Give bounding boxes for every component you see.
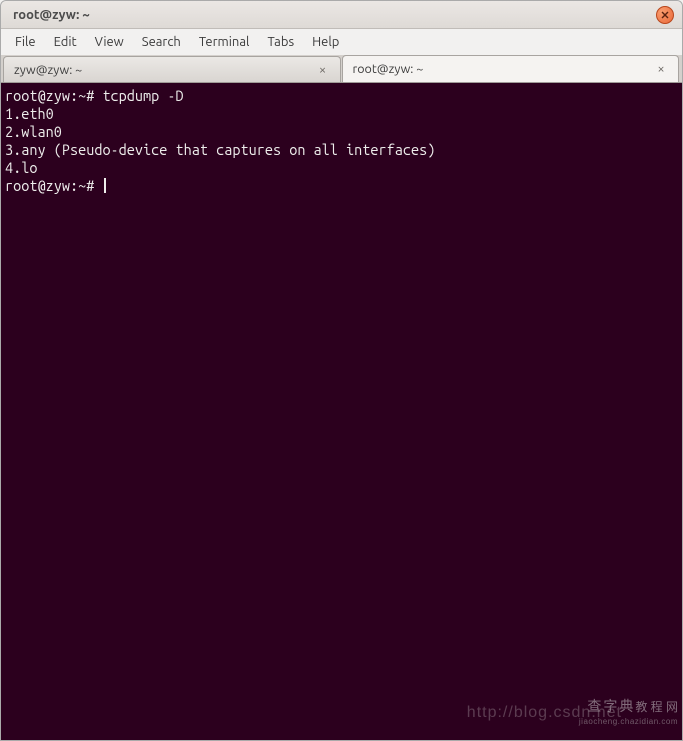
terminal-prompt-line: root@zyw:~# — [5, 177, 678, 195]
menubar: File Edit View Search Terminal Tabs Help — [1, 29, 682, 55]
window-close-button[interactable] — [656, 6, 674, 24]
terminal-line: root@zyw:~# tcpdump -D — [5, 87, 678, 105]
terminal-line: 4.lo — [5, 159, 678, 177]
menu-view[interactable]: View — [87, 32, 132, 52]
menu-terminal[interactable]: Terminal — [191, 32, 258, 52]
terminal-line: 1.eth0 — [5, 105, 678, 123]
watermark-brand-domain: jiaocheng.chazidian.com — [579, 717, 678, 726]
terminal-prompt: root@zyw:~# — [5, 177, 102, 194]
menu-tabs[interactable]: Tabs — [259, 32, 302, 52]
terminal-window: root@zyw: ~ File Edit View Search Termin… — [0, 0, 683, 741]
tab-label: root@zyw: ~ — [353, 62, 649, 76]
menu-help[interactable]: Help — [304, 32, 347, 52]
tab-active[interactable]: root@zyw: ~ × — [342, 55, 680, 82]
watermark-brand-cn: 查字典 — [587, 698, 635, 714]
tab-close-icon[interactable]: × — [316, 63, 330, 77]
menu-edit[interactable]: Edit — [46, 32, 85, 52]
close-icon — [661, 11, 669, 19]
terminal-line: 3.any (Pseudo-device that captures on al… — [5, 141, 678, 159]
tab-label: zyw@zyw: ~ — [14, 63, 310, 77]
window-title: root@zyw: ~ — [9, 8, 656, 22]
terminal-body[interactable]: root@zyw:~# tcpdump -D 1.eth0 2.wlan0 3.… — [1, 83, 682, 740]
terminal-line: 2.wlan0 — [5, 123, 678, 141]
tab-inactive[interactable]: zyw@zyw: ~ × — [3, 56, 341, 82]
cursor-icon — [104, 178, 106, 193]
watermark-brand-suffix: 教 程 网 — [635, 700, 678, 714]
menu-search[interactable]: Search — [134, 32, 189, 52]
tabbar: zyw@zyw: ~ × root@zyw: ~ × — [1, 55, 682, 83]
watermark-brand: 查字典教 程 网 jiaocheng.chazidian.com — [579, 700, 678, 728]
tab-close-icon[interactable]: × — [654, 62, 668, 76]
titlebar[interactable]: root@zyw: ~ — [1, 1, 682, 29]
menu-file[interactable]: File — [7, 32, 44, 52]
